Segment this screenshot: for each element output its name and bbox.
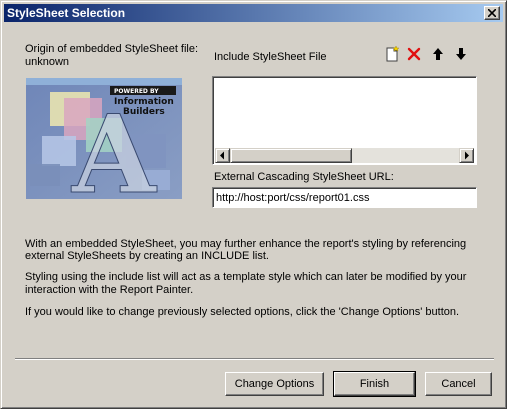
- window-title: StyleSheet Selection: [7, 6, 126, 20]
- info-paragraph-1-line-2: external StyleSheets by creating an INCL…: [25, 250, 269, 262]
- origin-value: unknown: [25, 56, 70, 68]
- external-url-label: External Cascading StyleSheet URL:: [214, 171, 394, 183]
- move-up-icon[interactable]: [430, 46, 446, 62]
- finish-button[interactable]: Finish: [333, 371, 416, 397]
- include-stylesheet-label: Include StyleSheet File: [214, 51, 327, 63]
- info-paragraph-2-line-1: Styling using the include list will act …: [25, 271, 467, 283]
- title-bar: StyleSheet Selection: [4, 4, 503, 22]
- new-file-icon[interactable]: [384, 46, 400, 62]
- separator: [15, 358, 494, 360]
- origin-label: Origin of embedded StyleSheet file:: [25, 43, 199, 55]
- info-paragraph-2-line-2: interaction with the Report Painter.: [25, 284, 194, 296]
- close-button[interactable]: [484, 6, 500, 20]
- include-stylesheet-list[interactable]: [212, 76, 477, 165]
- change-options-button[interactable]: Change Options: [225, 372, 324, 396]
- scroll-left-button[interactable]: [215, 148, 230, 163]
- scroll-thumb[interactable]: [230, 148, 352, 163]
- close-icon: [488, 9, 496, 17]
- info-paragraph-3: If you would like to change previously s…: [25, 306, 460, 318]
- scroll-left-icon: [220, 151, 224, 160]
- information-builders-logo: A POWERED BY Information Builders: [26, 78, 182, 199]
- scroll-right-button[interactable]: [459, 148, 474, 163]
- horizontal-scrollbar[interactable]: [215, 148, 474, 163]
- cancel-button[interactable]: Cancel: [425, 372, 492, 396]
- logo-powered-by: POWERED BY: [114, 88, 159, 95]
- move-down-icon[interactable]: [453, 46, 469, 62]
- logo-company-line2: Builders: [123, 107, 165, 117]
- stylesheet-selection-dialog: StyleSheet Selection Origin of embedded …: [0, 0, 507, 409]
- external-url-input[interactable]: [212, 187, 477, 208]
- delete-icon[interactable]: [406, 46, 422, 62]
- logo-company-line1: Information: [114, 97, 174, 107]
- scroll-right-icon: [465, 151, 469, 160]
